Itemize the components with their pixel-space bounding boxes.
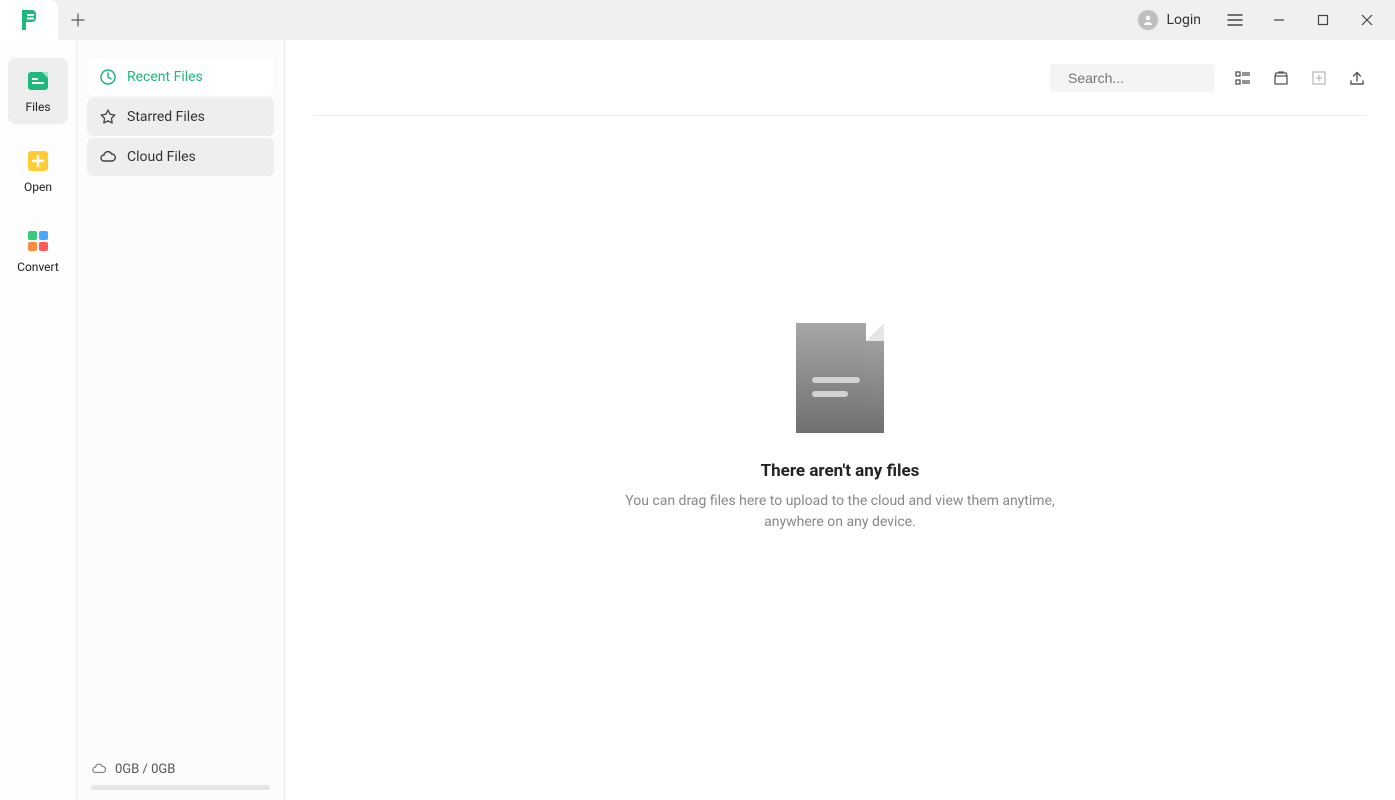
search-input[interactable] xyxy=(1068,70,1249,86)
content-toolbar xyxy=(313,60,1367,116)
left-nav-files-label: Files xyxy=(25,100,50,114)
new-tab-button[interactable] xyxy=(58,0,98,40)
left-nav-open[interactable]: Open xyxy=(8,138,68,204)
list-view-icon xyxy=(1234,69,1252,87)
empty-title: There aren't any files xyxy=(761,461,920,481)
close-button[interactable] xyxy=(1347,5,1387,35)
app-store-button[interactable] xyxy=(1271,68,1291,88)
left-nav-open-label: Open xyxy=(24,180,52,194)
left-nav-convert-label: Convert xyxy=(17,260,59,274)
storage-progress-bar xyxy=(91,785,270,790)
left-nav-convert[interactable]: Convert xyxy=(8,218,68,284)
minimize-button[interactable] xyxy=(1259,5,1299,35)
side-cloud-label: Cloud Files xyxy=(127,149,196,165)
new-document-button[interactable] xyxy=(1309,68,1329,88)
empty-subtitle: You can drag files here to upload to the… xyxy=(620,491,1060,533)
titlebar: Login xyxy=(0,0,1395,40)
close-icon xyxy=(1361,14,1373,26)
cloud-icon xyxy=(99,148,117,166)
login-button[interactable]: Login xyxy=(1128,6,1211,34)
app-logo-tab[interactable] xyxy=(0,0,58,40)
app-logo-icon xyxy=(16,7,42,33)
login-label: Login xyxy=(1166,12,1201,28)
left-nav-files[interactable]: Files xyxy=(8,58,68,124)
side-cloud-files[interactable]: Cloud Files xyxy=(87,138,274,176)
storage-indicator[interactable]: 0GB / 0GB xyxy=(91,761,270,777)
maximize-button[interactable] xyxy=(1303,5,1343,35)
side-starred-files[interactable]: Starred Files xyxy=(87,98,274,136)
empty-state: There aren't any files You can drag file… xyxy=(285,116,1395,800)
main-area: Files Open Convert Recent Files xyxy=(0,40,1395,800)
clock-icon xyxy=(99,68,117,86)
open-icon xyxy=(25,148,51,174)
plus-icon xyxy=(71,13,85,27)
side-recent-files[interactable]: Recent Files xyxy=(87,58,274,96)
search-box[interactable] xyxy=(1050,64,1215,92)
empty-file-illustration xyxy=(796,323,884,433)
hamburger-icon xyxy=(1227,14,1243,26)
upload-button[interactable] xyxy=(1347,68,1367,88)
titlebar-right: Login xyxy=(1128,5,1395,35)
left-nav: Files Open Convert xyxy=(0,40,77,800)
minimize-icon xyxy=(1273,14,1285,26)
titlebar-left xyxy=(0,0,98,40)
new-doc-icon xyxy=(1310,69,1328,87)
side-panel: Recent Files Starred Files Cloud Files 0… xyxy=(77,40,285,800)
cloud-storage-icon xyxy=(91,761,107,777)
view-list-button[interactable] xyxy=(1233,68,1253,88)
side-recent-label: Recent Files xyxy=(127,69,203,85)
side-panel-footer: 0GB / 0GB xyxy=(77,761,284,790)
upload-icon xyxy=(1348,69,1366,87)
store-icon xyxy=(1272,69,1290,87)
avatar-icon xyxy=(1138,10,1158,30)
convert-icon xyxy=(25,228,51,254)
content-area: There aren't any files You can drag file… xyxy=(285,40,1395,800)
menu-button[interactable] xyxy=(1215,5,1255,35)
maximize-icon xyxy=(1317,14,1329,26)
storage-text: 0GB / 0GB xyxy=(115,762,175,777)
side-starred-label: Starred Files xyxy=(127,109,205,125)
star-icon xyxy=(99,108,117,126)
files-icon xyxy=(25,68,51,94)
